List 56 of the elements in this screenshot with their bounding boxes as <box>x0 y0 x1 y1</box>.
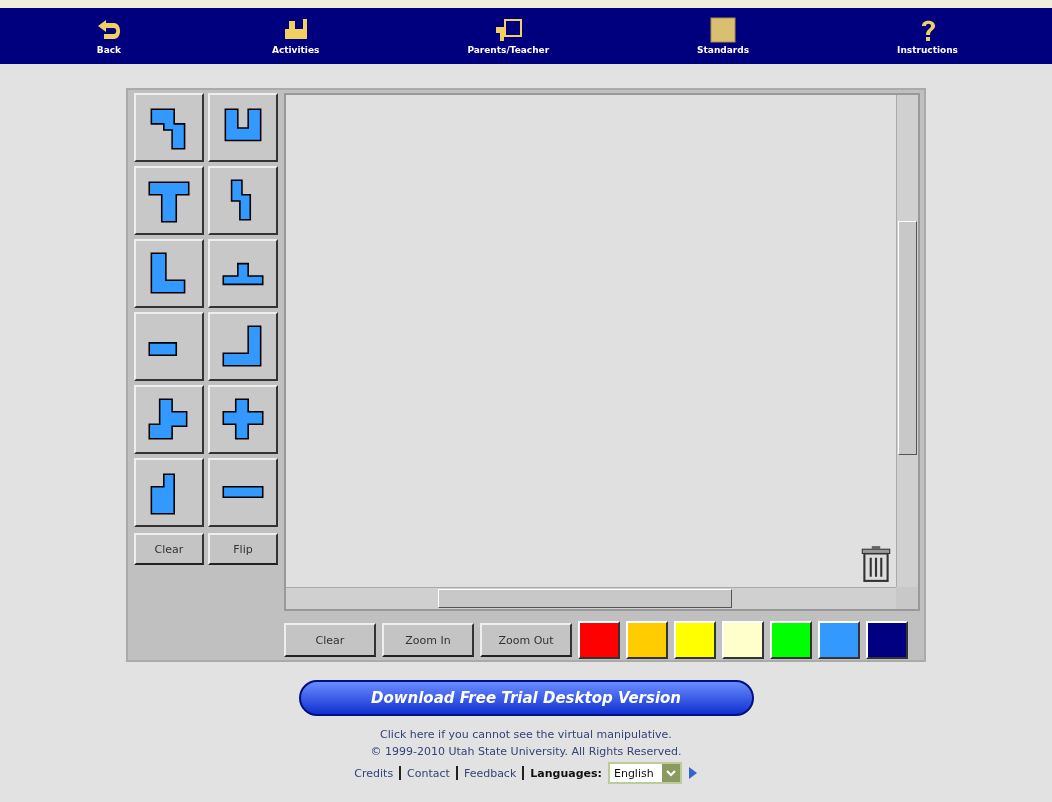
piece-shape-icon <box>222 324 262 366</box>
piece-shape-icon <box>148 181 190 223</box>
color-swatch[interactable] <box>770 621 812 659</box>
piece-button[interactable] <box>208 93 278 162</box>
piece-action-button[interactable]: Flip <box>208 533 278 565</box>
color-swatch[interactable] <box>578 621 620 659</box>
piece-shape-icon <box>148 341 178 356</box>
piece-shape-icon <box>148 397 188 439</box>
piece-button[interactable] <box>134 385 204 454</box>
piece-button[interactable] <box>208 458 278 527</box>
vertical-scrollbar[interactable] <box>896 95 918 587</box>
plaque-icon <box>708 17 739 43</box>
horizontal-scrollbar[interactable] <box>286 587 896 609</box>
nav-link[interactable]: Parents/Teacher <box>467 17 550 55</box>
piece-button[interactable] <box>134 166 204 235</box>
canvas-action-button[interactable]: Zoom In <box>382 623 474 657</box>
go-arrow-icon[interactable] <box>687 766 698 780</box>
footer-link[interactable]: Contact <box>407 766 450 780</box>
color-swatch[interactable] <box>818 621 860 659</box>
nav-link[interactable]: Standards <box>697 17 750 55</box>
piece-shape-icon <box>222 397 264 439</box>
piece-shape-icon <box>230 178 252 220</box>
piece-shape-icon <box>222 485 264 498</box>
piece-button[interactable] <box>134 239 204 308</box>
footer-link[interactable]: Credits <box>354 766 394 780</box>
piece-shape-icon <box>222 262 264 285</box>
piece-button[interactable] <box>134 458 204 527</box>
download-button[interactable]: Download Free Trial Desktop Version <box>298 680 754 716</box>
nav-link[interactable]: Instructions <box>897 17 958 55</box>
color-swatch[interactable] <box>626 621 668 659</box>
piece-shape-icon <box>150 473 175 515</box>
piece-button[interactable] <box>208 166 278 235</box>
piece-button[interactable] <box>208 239 278 308</box>
languages-label: Languages: <box>530 766 602 780</box>
piece-action-button[interactable]: Clear <box>134 533 204 565</box>
piece-shape-icon <box>150 251 186 293</box>
footer-link[interactable]: Feedback <box>463 766 517 780</box>
nav-link[interactable]: Activities <box>271 17 320 55</box>
trash-icon[interactable] <box>860 545 892 583</box>
piece-button[interactable] <box>134 312 204 381</box>
color-swatch[interactable] <box>674 621 716 659</box>
piece-button[interactable] <box>134 93 204 162</box>
scrollbar-corner <box>896 587 918 609</box>
canvas-action-button[interactable]: Clear <box>284 623 376 657</box>
piece-button[interactable] <box>208 385 278 454</box>
caret-icon <box>665 768 676 778</box>
nav-link[interactable]: Back <box>93 17 124 55</box>
color-swatch[interactable] <box>722 621 764 659</box>
piece-shape-icon <box>150 108 186 150</box>
color-swatch[interactable] <box>866 621 908 659</box>
piece-shape-icon <box>224 108 262 141</box>
copyright-text: © 1999-2010 Utah State University. All Rights Reserved. <box>370 745 682 758</box>
language-select[interactable]: English <box>607 762 682 784</box>
piece-button[interactable] <box>208 312 278 381</box>
notice-link[interactable]: Click here if you cannot see the virtual manipulative. <box>380 728 672 741</box>
canvas-action-button[interactable]: Zoom Out <box>480 623 572 657</box>
